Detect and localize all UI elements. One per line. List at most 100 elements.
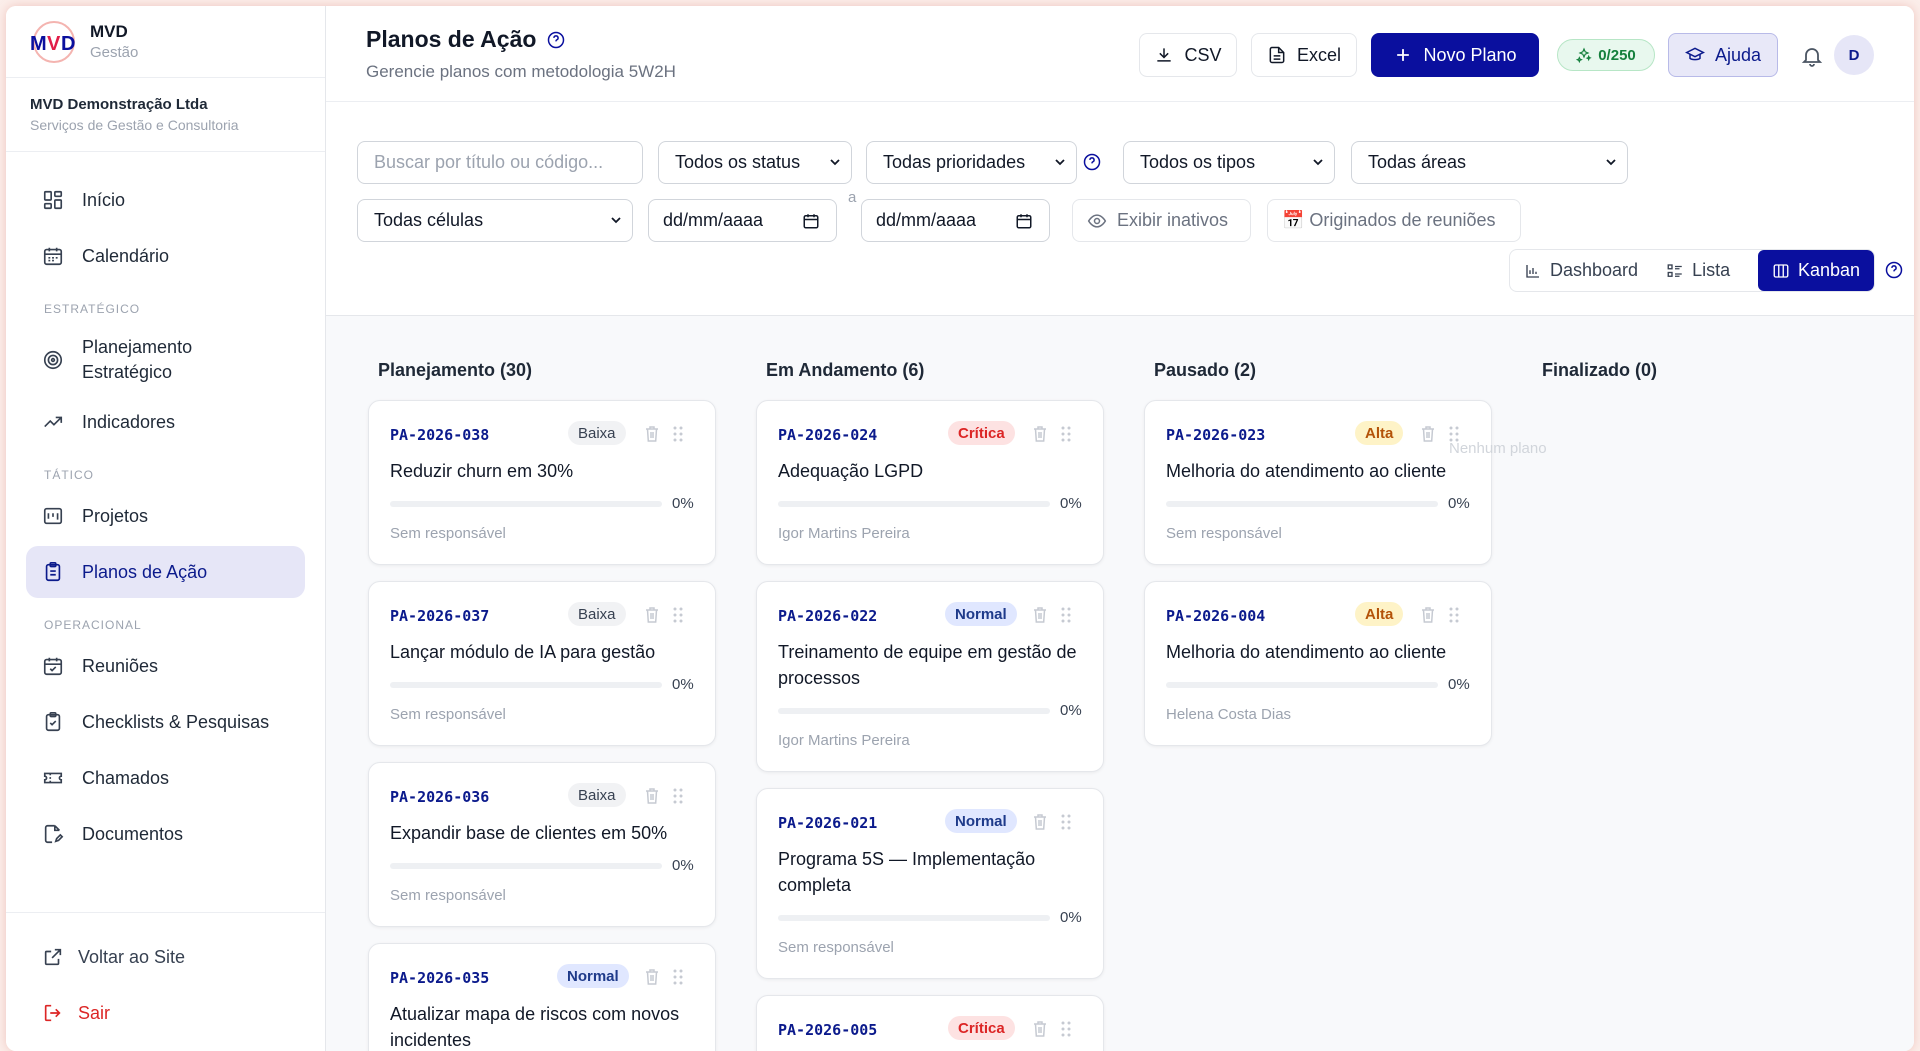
trash-icon[interactable] <box>1420 606 1436 624</box>
chevron-down-icon <box>1313 159 1323 166</box>
drag-handle-icon[interactable] <box>1059 1020 1073 1038</box>
priority-badge: Alta <box>1355 421 1404 445</box>
trash-icon[interactable] <box>644 425 660 443</box>
nav-chamados[interactable]: Chamados <box>26 752 305 804</box>
plan-card[interactable]: PA-2026-022 Normal Treinamento de equipe… <box>756 581 1104 772</box>
nav-documentos[interactable]: Documentos <box>26 808 305 860</box>
logout-icon <box>44 1004 61 1022</box>
plan-card[interactable]: PA-2026-038 Baixa Reduzir churn em 30% 0… <box>368 400 716 565</box>
nav-planejamento-estrategico[interactable]: Planejamento Estratégico <box>26 324 305 396</box>
progress-percent: 0% <box>1448 495 1470 512</box>
plan-quota-badge: 0/250 <box>1557 39 1655 71</box>
plan-code: PA-2026-024 <box>778 426 878 444</box>
view-switcher: Dashboard Lista Kanban <box>1509 249 1875 292</box>
brand[interactable]: M V D MVD Gestão <box>6 6 325 78</box>
plan-card[interactable]: PA-2026-005 Crítica <box>756 995 1104 1051</box>
trash-icon[interactable] <box>644 606 660 624</box>
plan-owner: Sem responsável <box>1166 525 1282 542</box>
graduation-cap-icon <box>1684 47 1705 61</box>
priority-select[interactable]: Todas prioridades <box>866 141 1077 184</box>
priority-help-icon[interactable] <box>1082 152 1102 172</box>
brand-name: MVD <box>90 22 128 41</box>
drag-handle-icon[interactable] <box>1059 813 1073 831</box>
cell-select[interactable]: Todas células <box>357 199 633 242</box>
external-link-icon <box>44 948 62 966</box>
kanban-board: Planejamento (30) PA-2026-038 Baixa Redu… <box>326 317 1914 1051</box>
progress-bar <box>778 915 1050 921</box>
nav-calendario[interactable]: Calendário <box>26 230 305 282</box>
filters-bar: Buscar por título ou código... Todos os … <box>326 102 1914 316</box>
drag-handle-icon[interactable] <box>671 425 685 443</box>
plan-card[interactable]: PA-2026-004 Alta Melhoria do atendimento… <box>1144 581 1492 746</box>
plan-owner: Sem responsável <box>390 525 506 542</box>
trash-icon[interactable] <box>1032 1020 1048 1038</box>
nav-indicadores[interactable]: Indicadores <box>26 396 305 448</box>
from-meetings-label: 📅 Originados de reuniões <box>1282 210 1496 230</box>
plan-card[interactable]: PA-2026-023 Alta Melhoria do atendimento… <box>1144 400 1492 565</box>
type-select[interactable]: Todos os tipos <box>1123 141 1335 184</box>
view-dashboard-label: Dashboard <box>1550 260 1639 280</box>
nav-projetos[interactable]: Projetos <box>26 490 305 542</box>
sair-button[interactable]: Sair <box>26 985 305 1041</box>
view-help-icon[interactable] <box>1884 260 1904 280</box>
new-plan-label: Novo Plano <box>1423 44 1517 65</box>
date-from-input[interactable]: dd/mm/aaaa <box>648 199 837 242</box>
plan-card[interactable]: PA-2026-024 Crítica Adequação LGPD 0% Ig… <box>756 400 1104 565</box>
drag-handle-icon[interactable] <box>671 606 685 624</box>
plan-code: PA-2026-035 <box>390 969 490 987</box>
plan-card[interactable]: PA-2026-021 Normal Programa 5S — Impleme… <box>756 788 1104 979</box>
export-csv-button[interactable]: CSV <box>1139 33 1237 77</box>
help-button[interactable]: Ajuda <box>1668 33 1778 77</box>
plan-card[interactable]: PA-2026-036 Baixa Expandir base de clien… <box>368 762 716 927</box>
show-inactive-label: Exibir inativos <box>1117 210 1229 230</box>
sair-label: Sair <box>78 1002 111 1023</box>
calendar-icon <box>43 247 63 266</box>
drag-handle-icon[interactable] <box>671 787 685 805</box>
drag-handle-icon[interactable] <box>1059 425 1073 443</box>
brand-subtitle: Gestão <box>90 44 139 61</box>
trash-icon[interactable] <box>1420 425 1436 443</box>
area-select[interactable]: Todas áreas <box>1351 141 1628 184</box>
help-circle-icon[interactable] <box>546 30 566 50</box>
eye-icon <box>1087 213 1107 228</box>
sidebar-footer: Voltar ao Site Sair <box>6 912 325 1051</box>
chevron-down-icon <box>611 217 621 224</box>
export-excel-button[interactable]: Excel <box>1251 33 1357 77</box>
trash-icon[interactable] <box>644 787 660 805</box>
search-input[interactable]: Buscar por título ou código... <box>357 141 643 184</box>
nav-planos-de-acao[interactable]: Planos de Ação <box>26 546 305 598</box>
trash-icon[interactable] <box>1032 606 1048 624</box>
trash-icon[interactable] <box>1032 425 1048 443</box>
drag-handle-icon[interactable] <box>671 968 685 986</box>
drag-handle-icon[interactable] <box>1447 606 1461 624</box>
csv-label: CSV <box>1184 44 1222 65</box>
nav-reunioes[interactable]: Reuniões <box>26 640 305 692</box>
show-inactive-toggle[interactable]: Exibir inativos <box>1072 199 1251 242</box>
nav-documentos-label: Documentos <box>82 823 184 844</box>
plan-owner: Sem responsável <box>390 706 506 723</box>
plus-icon <box>1397 49 1410 61</box>
nav-inicio[interactable]: Início <box>26 174 305 226</box>
priority-badge: Crítica <box>948 1016 1015 1040</box>
nav-checklists[interactable]: Checklists & Pesquisas <box>26 696 305 748</box>
view-kanban-button[interactable]: Kanban <box>1757 250 1874 291</box>
plan-card[interactable]: PA-2026-035 Normal Atualizar mapa de ris… <box>368 943 716 1051</box>
voltar-ao-site-link[interactable]: Voltar ao Site <box>26 929 305 985</box>
plan-title: Melhoria do atendimento ao cliente <box>1166 642 1447 662</box>
trash-icon[interactable] <box>644 968 660 986</box>
status-select[interactable]: Todos os status <box>658 141 852 184</box>
plan-owner: Sem responsável <box>390 887 506 904</box>
trash-icon[interactable] <box>1032 813 1048 831</box>
date-to-input[interactable]: dd/mm/aaaa <box>861 199 1050 242</box>
svg-text:M: M <box>30 33 47 55</box>
calendar-icon <box>1016 214 1032 229</box>
from-meetings-toggle[interactable]: 📅 Originados de reuniões <box>1267 199 1521 242</box>
priority-badge: Normal <box>557 964 629 988</box>
view-dashboard-button[interactable]: Dashboard <box>1510 250 1652 291</box>
new-plan-button[interactable]: Novo Plano <box>1371 33 1539 77</box>
plan-card[interactable]: PA-2026-037 Baixa Lançar módulo de IA pa… <box>368 581 716 746</box>
view-list-button[interactable]: Lista <box>1652 250 1744 291</box>
user-avatar[interactable]: D <box>1834 35 1874 75</box>
drag-handle-icon[interactable] <box>1059 606 1073 624</box>
bell-icon[interactable] <box>1800 44 1824 68</box>
